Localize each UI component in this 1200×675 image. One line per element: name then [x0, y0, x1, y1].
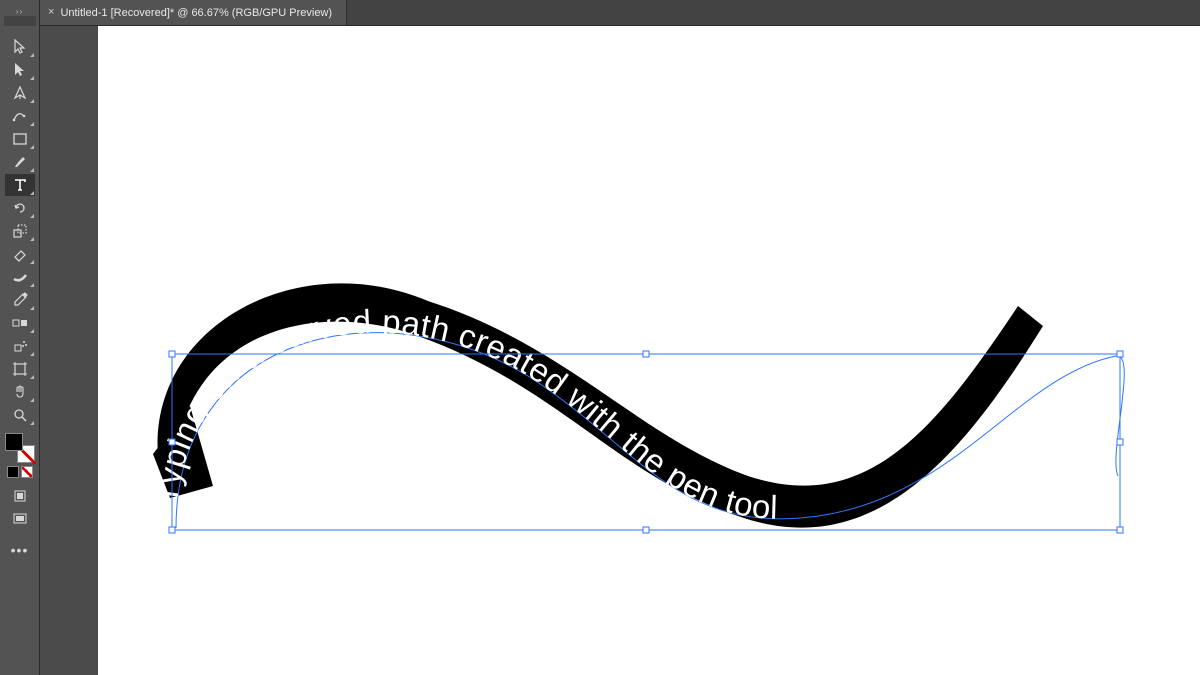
- type-path: [176, 333, 1116, 528]
- workspace[interactable]: Typing on a curved path created with the…: [40, 26, 1200, 675]
- tools-panel: ››: [0, 0, 40, 675]
- tool-flyout-indicator: [30, 421, 34, 425]
- symbol-sprayer-tool[interactable]: [5, 335, 35, 357]
- tool-flyout-indicator: [30, 398, 34, 402]
- close-tab-icon[interactable]: ×: [48, 7, 54, 18]
- document-area: × Untitled-1 [Recovered]* @ 66.67% (RGB/…: [40, 0, 1200, 675]
- tool-flyout-indicator: [30, 237, 34, 241]
- draw-mode-button[interactable]: [5, 485, 35, 507]
- color-solid-icon[interactable]: [7, 466, 19, 478]
- pasteboard: [40, 26, 98, 675]
- toolbar-grip[interactable]: [4, 16, 36, 26]
- color-mode-row: [7, 466, 33, 478]
- rectangle-tool[interactable]: [5, 128, 35, 150]
- selection-handle[interactable]: [169, 439, 175, 445]
- selection-handle[interactable]: [169, 351, 175, 357]
- tool-flyout-indicator: [30, 122, 34, 126]
- edit-toolbar-button[interactable]: •••: [5, 539, 35, 561]
- document-tab-bar: × Untitled-1 [Recovered]* @ 66.67% (RGB/…: [40, 0, 1200, 26]
- fill-stroke-swatch[interactable]: [5, 433, 35, 463]
- eraser-tool[interactable]: [5, 243, 35, 265]
- selection-bounding-box: [172, 354, 1120, 530]
- type-tool[interactable]: [5, 174, 35, 196]
- tool-flyout-indicator: [30, 260, 34, 264]
- selection-handle[interactable]: [1117, 439, 1123, 445]
- blend-tool[interactable]: [5, 312, 35, 334]
- screen-mode-button[interactable]: [5, 508, 35, 530]
- selection-handle[interactable]: [643, 527, 649, 533]
- selection-handle[interactable]: [1117, 527, 1123, 533]
- toolbar-expand-handle[interactable]: ››: [0, 6, 39, 16]
- text-on-path-content: Typing on a curved path created with the…: [147, 303, 779, 526]
- tool-flyout-indicator: [30, 168, 34, 172]
- zoom-tool[interactable]: [5, 404, 35, 426]
- artboard-tool[interactable]: [5, 358, 35, 380]
- tool-flyout-indicator: [30, 375, 34, 379]
- color-none-icon[interactable]: [21, 466, 33, 478]
- path-stroke-fill: [158, 283, 1043, 527]
- tool-flyout-indicator: [30, 214, 34, 218]
- type-path-handle: [1116, 356, 1124, 476]
- scale-tool[interactable]: [5, 220, 35, 242]
- selection-handle[interactable]: [643, 351, 649, 357]
- tool-flyout-indicator: [30, 329, 34, 333]
- selection-tool[interactable]: [5, 36, 35, 58]
- path-stroke-fill-tail: [153, 406, 213, 498]
- eyedropper-tool[interactable]: [5, 289, 35, 311]
- selection-handle[interactable]: [169, 527, 175, 533]
- text-on-path[interactable]: Typing on a curved path created with the…: [147, 303, 779, 526]
- tool-flyout-indicator: [30, 53, 34, 57]
- document-tab[interactable]: × Untitled-1 [Recovered]* @ 66.67% (RGB/…: [40, 0, 347, 25]
- width-tool[interactable]: [5, 266, 35, 288]
- rotate-tool[interactable]: [5, 197, 35, 219]
- artboard[interactable]: Typing on a curved path created with the…: [98, 26, 1200, 675]
- pen-tool[interactable]: [5, 82, 35, 104]
- tool-flyout-indicator: [30, 191, 34, 195]
- direct-selection-tool[interactable]: [5, 59, 35, 81]
- document-tab-title: Untitled-1 [Recovered]* @ 66.67% (RGB/GP…: [60, 7, 332, 19]
- tool-flyout-indicator: [30, 306, 34, 310]
- ellipsis-icon: •••: [11, 543, 29, 557]
- canvas: Typing on a curved path created with the…: [98, 26, 1200, 675]
- tool-flyout-indicator: [30, 145, 34, 149]
- fill-swatch[interactable]: [5, 433, 23, 451]
- tool-flyout-indicator: [30, 283, 34, 287]
- curvature-tool[interactable]: [5, 105, 35, 127]
- paintbrush-tool[interactable]: [5, 151, 35, 173]
- selection-handle[interactable]: [1117, 351, 1123, 357]
- tool-flyout-indicator: [30, 352, 34, 356]
- tool-flyout-indicator: [30, 76, 34, 80]
- tool-flyout-indicator: [30, 99, 34, 103]
- hand-tool[interactable]: [5, 381, 35, 403]
